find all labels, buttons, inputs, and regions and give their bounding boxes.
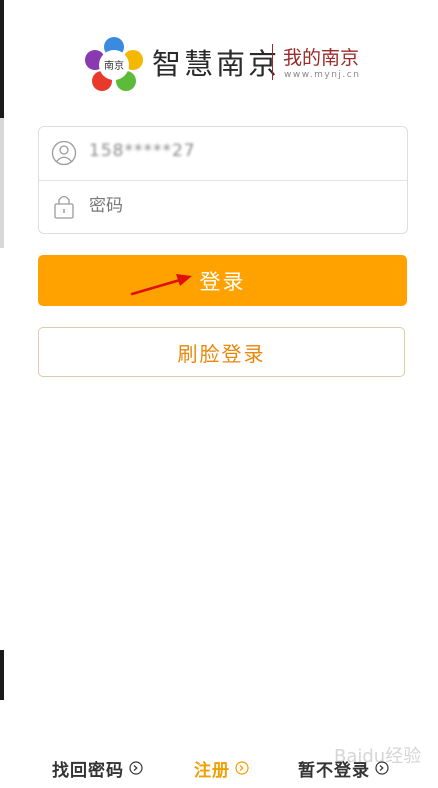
logo-text: 南京	[104, 59, 124, 72]
login-screen: 南京 智慧南京 我的南京 www.mynj.cn 158*****27 登录 刷…	[0, 0, 438, 788]
login-button[interactable]: 登录	[38, 255, 407, 306]
circle-arrow-right-icon	[235, 761, 249, 775]
left-edge-shadow	[0, 118, 4, 248]
smart-nanjing-logo: 南京	[85, 37, 143, 91]
register-label: 注册	[194, 760, 230, 781]
face-login-button[interactable]: 刷脸登录	[38, 327, 405, 377]
forgot-password-label: 找回密码	[52, 760, 124, 781]
left-edge-shadow	[0, 650, 4, 700]
lock-icon	[54, 195, 74, 219]
left-edge-shadow	[0, 0, 4, 118]
circle-arrow-right-icon	[129, 761, 143, 775]
annotation-arrow-icon	[130, 274, 192, 296]
brand-subtitle: 我的南京	[283, 47, 360, 69]
brand-divider	[272, 44, 273, 80]
watermark-text: Baidu经验	[334, 746, 421, 767]
brand-name: 智慧南京	[152, 47, 281, 81]
login-form: 158*****27	[38, 126, 408, 234]
account-row[interactable]: 158*****27	[39, 127, 407, 181]
forgot-password-link[interactable]: 找回密码	[52, 756, 143, 781]
brand-url: www.mynj.cn	[284, 70, 361, 80]
baidu-watermark: Baidu经验	[334, 746, 421, 767]
password-row[interactable]	[39, 180, 407, 233]
password-input[interactable]	[89, 192, 389, 220]
register-link[interactable]: 注册	[194, 756, 249, 781]
user-icon	[51, 140, 77, 166]
account-field[interactable]: 158*****27	[89, 141, 196, 161]
